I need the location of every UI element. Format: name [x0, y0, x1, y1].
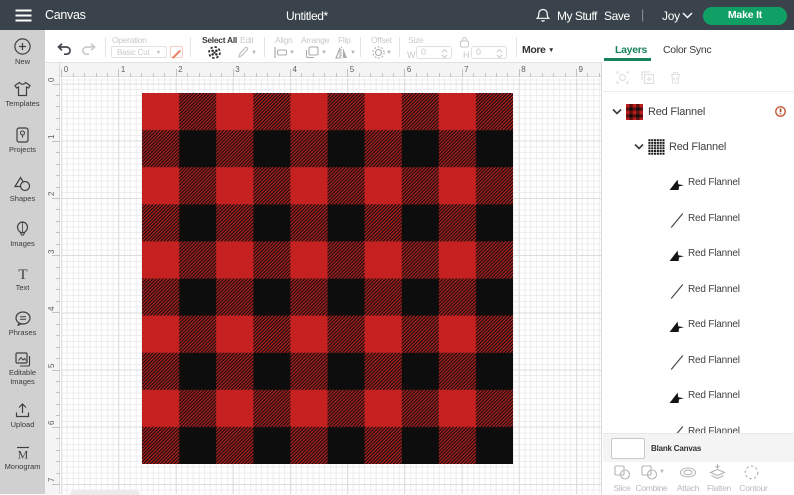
svg-text:M: M	[17, 448, 28, 461]
svg-text:T: T	[18, 267, 27, 281]
